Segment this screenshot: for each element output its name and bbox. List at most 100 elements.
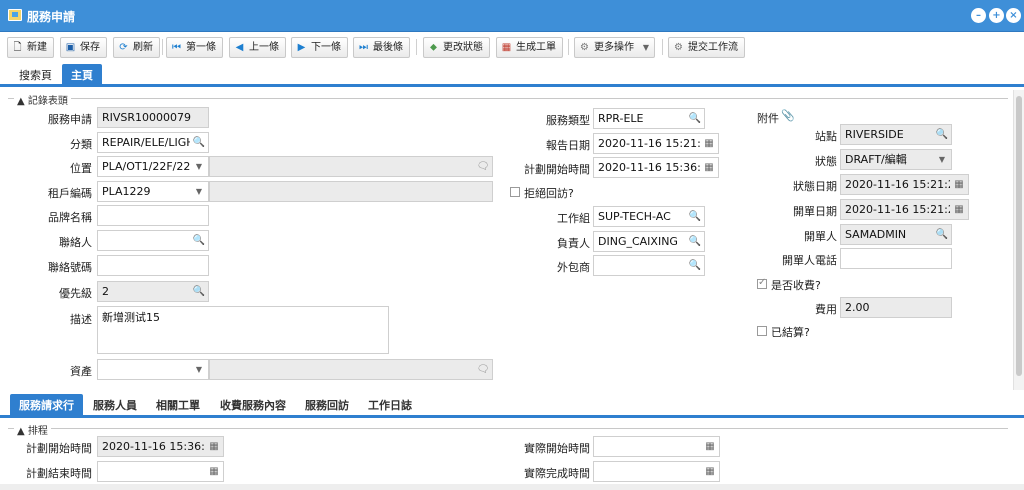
priority-field[interactable]: 2 🔍 <box>97 281 209 302</box>
tab-service-request-lines[interactable]: 服務請求行 <box>10 394 83 418</box>
subcontractor-field[interactable]: 🔍 <box>593 255 705 276</box>
new-button[interactable]: 🗋 新建 <box>7 37 54 58</box>
site-field[interactable]: RIVERSIDE 🔍 <box>840 124 952 145</box>
calendar-icon[interactable]: ▦ <box>952 178 966 192</box>
workflow-gear-icon: ⚙ <box>674 42 683 53</box>
magnifier-icon[interactable]: 🔍 <box>688 112 702 126</box>
change-status-button[interactable]: ⬥ 更改狀態 <box>423 37 490 58</box>
tab-service-personnel[interactable]: 服務人員 <box>84 394 146 418</box>
work-group-field[interactable]: SUP-TECH-AC 🔍 <box>593 206 705 227</box>
charged-label: 是否收費? <box>771 279 821 292</box>
service-request-field[interactable]: RIVSR10000079 <box>97 107 209 128</box>
magnifier-icon[interactable]: 🔍 <box>688 259 702 273</box>
location-select[interactable]: PLA/OT1/22F/220 ▼ <box>97 156 209 177</box>
toolbar-divider <box>662 39 663 55</box>
magnifier-icon[interactable]: 🔍 <box>688 210 702 224</box>
section-header-schedule[interactable]: ▲ 排程 <box>14 422 51 437</box>
report-date-field[interactable]: 2020-11-16 15:21:21▦ <box>593 133 719 154</box>
schedule-planned-start-field[interactable]: 2020-11-16 15:36:21▦ <box>97 436 224 457</box>
calendar-icon[interactable]: ▦ <box>207 440 221 454</box>
contact-phone-field[interactable] <box>97 255 209 276</box>
tab-main[interactable]: 主頁 <box>62 64 102 87</box>
settled-checkbox[interactable] <box>757 326 767 336</box>
schedule-planned-end-field[interactable]: ▦ <box>97 461 224 482</box>
calendar-icon[interactable]: ▦ <box>703 465 717 479</box>
calendar-icon[interactable]: ▦ <box>703 440 717 454</box>
magnifier-icon[interactable]: 🔍 <box>192 136 206 150</box>
reject-visit-checkbox[interactable] <box>510 187 520 197</box>
calendar-icon[interactable]: ▦ <box>702 137 716 151</box>
charged-checkbox[interactable] <box>757 277 767 289</box>
tab-related-workorders[interactable]: 相關工單 <box>147 394 209 418</box>
chevron-down-icon[interactable]: ▼ <box>935 153 949 167</box>
contact-field[interactable]: 🔍 <box>97 230 209 251</box>
asset-select[interactable]: ▼ <box>97 359 209 380</box>
status-select[interactable]: DRAFT/編輯 ▼ <box>840 149 952 170</box>
open-date-label: 開單日期 <box>793 205 837 218</box>
category-field[interactable]: REPAIR/ELE/LIGH 🔍 <box>97 132 209 153</box>
scrollbar-thumb[interactable] <box>1016 96 1022 376</box>
magnifier-icon[interactable]: 🔍 <box>688 235 702 249</box>
tenant-code-select[interactable]: PLA1229 ▼ <box>97 181 209 202</box>
magnifier-icon[interactable]: 🔍 <box>192 285 206 299</box>
refresh-button[interactable]: ⟳ 刷新 <box>113 37 160 58</box>
tab-charged-services[interactable]: 收費服務內容 <box>211 394 295 418</box>
save-button[interactable]: ▣ 保存 <box>60 37 107 58</box>
paperclip-icon[interactable]: 📎 <box>781 109 795 122</box>
tab-search[interactable]: 搜索頁 <box>10 64 61 87</box>
magnifier-icon[interactable]: 🔍 <box>935 128 949 142</box>
magnifier-icon[interactable]: 🔍 <box>935 228 949 242</box>
planned-start-label: 計劃開始時間 <box>524 163 590 176</box>
service-type-label: 服務類型 <box>546 114 590 127</box>
close-icon[interactable]: × <box>1006 8 1021 23</box>
calendar-icon[interactable]: ▦ <box>207 465 221 479</box>
category-label: 分類 <box>70 138 92 151</box>
attachment-label: 附件 <box>757 112 779 125</box>
chevron-down-icon[interactable]: ▼ <box>192 160 206 174</box>
maximize-icon[interactable]: + <box>989 8 1004 23</box>
previous-icon: ◀ <box>235 42 244 53</box>
brand-name-field[interactable] <box>97 205 209 226</box>
actual-start-field[interactable]: ▦ <box>593 436 720 457</box>
actual-finish-field[interactable]: ▦ <box>593 461 720 482</box>
magnifier-icon[interactable]: 🔍 <box>192 234 206 248</box>
open-date-field[interactable]: 2020-11-16 15:21:21▦ <box>840 199 969 220</box>
contact-phone-label: 聯絡號碼 <box>48 261 92 274</box>
planned-start-field[interactable]: 2020-11-16 15:36:21▦ <box>593 157 719 178</box>
previous-record-button[interactable]: ◀ 上一條 <box>229 37 286 58</box>
tab-service-visits[interactable]: 服務回訪 <box>296 394 358 418</box>
more-actions-button[interactable]: ⚙ 更多操作 ▼ <box>574 37 655 58</box>
owner-field[interactable]: DING_CAIXING 🔍 <box>593 231 705 252</box>
calendar-icon: ▦ <box>501 42 512 53</box>
schedule-planned-end-label: 計劃結束時間 <box>26 467 92 480</box>
comment-icon[interactable]: 🗨 <box>476 160 490 174</box>
contact-label: 聯絡人 <box>59 236 92 249</box>
status-date-field[interactable]: 2020-11-16 15:21:21▦ <box>840 174 969 195</box>
opener-field[interactable]: SAMADMIN 🔍 <box>840 224 952 245</box>
fee-field[interactable]: 2.00 <box>840 297 952 318</box>
generate-workorder-button[interactable]: ▦ 生成工單 <box>496 37 563 58</box>
vertical-scrollbar[interactable] <box>1013 90 1024 390</box>
next-record-button[interactable]: ▶ 下一條 <box>291 37 348 58</box>
tag-icon: ⬥ <box>430 42 437 53</box>
first-record-icon: ⏮ <box>172 42 181 53</box>
opener-phone-field[interactable] <box>840 248 952 269</box>
submit-workflow-button[interactable]: ⚙ 提交工作流 <box>668 37 745 58</box>
calendar-icon[interactable]: ▦ <box>952 203 966 217</box>
report-date-label: 報告日期 <box>546 139 590 152</box>
first-record-button[interactable]: ⏮ 第一條 <box>166 37 223 58</box>
calendar-icon[interactable]: ▦ <box>702 161 716 175</box>
gear-icon: ⚙ <box>580 42 589 53</box>
comment-icon[interactable]: 🗨 <box>476 363 490 377</box>
chevron-down-icon[interactable]: ▼ <box>192 185 206 199</box>
horizontal-scrollbar[interactable] <box>0 484 1024 490</box>
last-record-button[interactable]: ⏭ 最後條 <box>353 37 410 58</box>
asset-description-field: 🗨 <box>209 359 493 380</box>
chevron-down-icon[interactable]: ▼ <box>192 363 206 377</box>
service-type-field[interactable]: RPR-ELE 🔍 <box>593 108 705 129</box>
minimize-icon[interactable]: – <box>971 8 986 23</box>
tenant-code-label: 租戶編碼 <box>48 187 92 200</box>
tab-work-log[interactable]: 工作日誌 <box>359 394 421 418</box>
description-textarea[interactable]: 新增测试15 <box>97 306 389 354</box>
section-header-record[interactable]: ▲ 記錄表頭 <box>14 92 71 107</box>
